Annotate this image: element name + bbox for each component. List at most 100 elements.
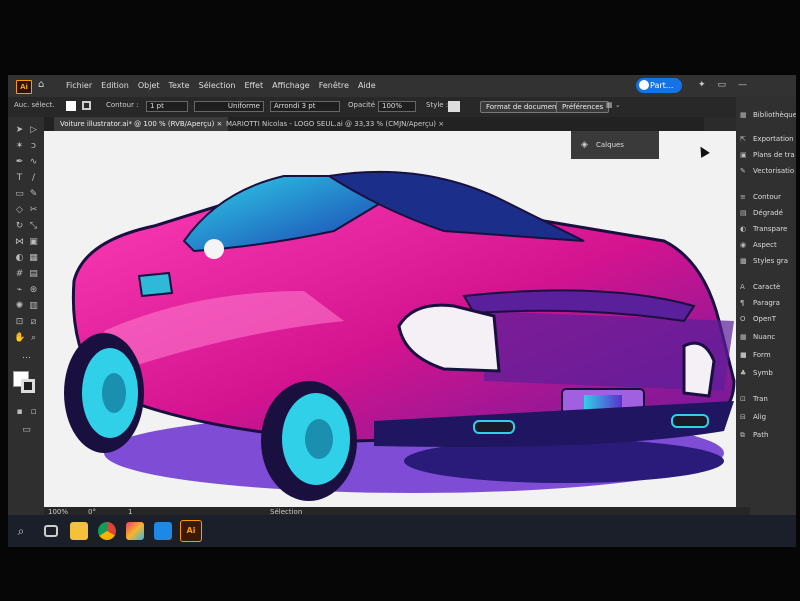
panel-export[interactable]: ⇱ Exportation — [740, 135, 796, 143]
zoom-tool-icon[interactable]: ⌕ — [28, 333, 39, 344]
menu-bar: Ai ⌂ Fichier Edition Objet Texte Sélecti… — [8, 75, 796, 97]
panel-character[interactable]: A Caractè — [740, 283, 796, 291]
preferences-button[interactable]: Préférences — [556, 101, 610, 113]
panel-gradient[interactable]: ▤ Dégradé — [740, 209, 796, 217]
panel-transparency[interactable]: ◐ Transpare — [740, 225, 796, 233]
document-format-button[interactable]: Format de document — [480, 101, 566, 113]
brush-select[interactable]: Arrondi 3 pt — [270, 101, 340, 112]
eyedropper-icon[interactable]: ⌁ — [14, 285, 25, 296]
panel-paragraph-label: Paragra — [753, 299, 780, 307]
panel-trace[interactable]: ✎ Vectorisatio — [740, 167, 796, 175]
color-mode-icon[interactable]: ▪ — [14, 407, 25, 418]
menu-selection[interactable]: Sélection — [199, 81, 236, 90]
menu-aide[interactable]: Aide — [358, 81, 376, 90]
panel-pathfinder[interactable]: ⧉ Path — [740, 431, 796, 440]
perspective-grid-icon[interactable]: ▦ — [28, 253, 39, 264]
direct-selection-tool-icon[interactable]: ▷ — [28, 125, 39, 136]
pen-tool-icon[interactable]: ✒ — [14, 157, 25, 168]
magic-wand-icon[interactable]: ✶ — [14, 141, 25, 152]
panel-graphic-styles[interactable]: ▩ Styles gra — [740, 257, 796, 265]
panel-export-label: Exportation — [753, 135, 794, 143]
stroke-color-icon[interactable] — [21, 379, 35, 393]
tab-voiture-label: Voiture illustrator.ai* @ 100 % (RVB/Ape… — [60, 120, 215, 128]
panel-stroke[interactable]: ≡ Contour — [740, 193, 796, 201]
menu-fichier[interactable]: Fichier — [66, 81, 92, 90]
style-swatch[interactable] — [448, 101, 460, 112]
graph-tool-icon[interactable]: ▥ — [28, 301, 39, 312]
artboard-canvas[interactable] — [44, 131, 750, 507]
rectangle-tool-icon[interactable]: ▭ — [14, 189, 25, 200]
type-tool-icon[interactable]: T — [14, 173, 25, 184]
panel-align[interactable]: ⊟ Alig — [740, 413, 796, 421]
line-tool-icon[interactable]: / — [28, 173, 39, 184]
right-taillight — [682, 341, 716, 398]
eraser-tool-icon[interactable]: ◇ — [14, 205, 25, 216]
panel-paragraph[interactable]: ¶ Paragra — [740, 299, 796, 307]
tab-voiture[interactable]: Voiture illustrator.ai* @ 100 % (RVB/Ape… — [54, 117, 229, 131]
fill-swatch[interactable] — [66, 101, 76, 111]
scissors-tool-icon[interactable]: ✂ — [28, 205, 39, 216]
opacity-field[interactable]: 100% — [378, 101, 416, 112]
panel-appearance[interactable]: ◉ Aspect — [740, 241, 796, 249]
panel-opentype[interactable]: O OpenT — [740, 315, 796, 323]
slice-tool-icon[interactable]: ⧄ — [28, 317, 39, 328]
panel-symbols[interactable]: ♣ Symb — [740, 369, 796, 377]
panel-transform[interactable]: ⊡ Tran — [740, 395, 796, 403]
task-view-icon[interactable] — [44, 525, 58, 537]
shapes-icon: ■ — [740, 351, 747, 359]
stroke-weight-field[interactable]: 1 pt — [146, 101, 188, 112]
side-mirror — [137, 271, 174, 298]
gradient-tool-icon[interactable]: ▤ — [28, 269, 39, 280]
illustrator-icon[interactable]: Ai — [180, 520, 202, 542]
panel-transform-label: Tran — [753, 395, 768, 403]
scale-tool-icon[interactable]: ⤡ — [28, 221, 39, 232]
stroke-swatch[interactable] — [82, 101, 91, 110]
more-tools-icon[interactable]: … — [21, 351, 32, 362]
libraries-item[interactable]: ▦ Bibliothèques — [740, 111, 796, 119]
sparkle-icon[interactable]: ✦ — [698, 80, 706, 90]
menu-fenetre[interactable]: Fenêtre — [319, 81, 349, 90]
panel-appearance-label: Aspect — [753, 241, 777, 249]
free-transform-icon[interactable]: ▣ — [28, 237, 39, 248]
menu-effet[interactable]: Effet — [244, 81, 263, 90]
gallery-icon[interactable] — [154, 522, 172, 540]
search-icon[interactable]: ⌕ — [12, 522, 30, 540]
panel-artboards-label: Plans de tra — [753, 151, 795, 159]
minimize-icon[interactable]: — — [738, 80, 747, 90]
panel-gradient-label: Dégradé — [753, 209, 784, 217]
panel-shapes[interactable]: ■ Form — [740, 351, 796, 359]
home-icon[interactable]: ⌂ — [38, 79, 44, 90]
menu-edition[interactable]: Edition — [101, 81, 129, 90]
share-button[interactable]: Part... — [636, 78, 682, 93]
artboard-tool-icon[interactable]: ⊡ — [14, 317, 25, 328]
arrange-icon[interactable]: ▦ ⌄ — [606, 101, 621, 109]
brush-tool-icon[interactable]: ✎ — [28, 189, 39, 200]
panel-artboards[interactable]: ▣ Plans de tra — [740, 151, 796, 159]
blend-tool-icon[interactable]: ⊛ — [28, 285, 39, 296]
lasso-icon[interactable]: ↄ — [28, 141, 39, 152]
opentype-icon: O — [740, 315, 746, 323]
curvature-tool-icon[interactable]: ∿ — [28, 157, 39, 168]
screen-mode-icon[interactable]: ▭ — [21, 425, 32, 436]
panel-swatches[interactable]: ▦ Nuanc — [740, 333, 796, 341]
panel-shapes-label: Form — [753, 351, 771, 359]
menu-objet[interactable]: Objet — [138, 81, 160, 90]
shape-builder-icon[interactable]: ◐ — [14, 253, 25, 264]
rotate-tool-icon[interactable]: ↻ — [14, 221, 25, 232]
mesh-tool-icon[interactable]: # — [14, 269, 25, 280]
chrome-icon[interactable] — [98, 522, 116, 540]
gradient-mode-icon[interactable]: ▫ — [28, 407, 39, 418]
photos-icon[interactable] — [126, 522, 144, 540]
selection-tool-icon[interactable]: ➤ — [14, 125, 25, 136]
menu-texte[interactable]: Texte — [169, 81, 190, 90]
hand-tool-icon[interactable]: ✋ — [14, 333, 25, 344]
menu-affichage[interactable]: Affichage — [272, 81, 310, 90]
explorer-icon[interactable] — [70, 522, 88, 540]
symbol-sprayer-icon[interactable]: ✺ — [14, 301, 25, 312]
layers-panel[interactable]: ◈ Calques — [571, 131, 659, 159]
stroke-profile-select[interactable]: Uniforme — [194, 101, 264, 112]
export-icon: ⇱ — [740, 135, 746, 143]
width-tool-icon[interactable]: ⋈ — [14, 237, 25, 248]
tab-logo[interactable]: MARIOTTI Nicolas - LOGO SEUL.ai @ 33,33 … — [220, 117, 450, 131]
layout-icon[interactable]: ▭ — [718, 80, 727, 90]
